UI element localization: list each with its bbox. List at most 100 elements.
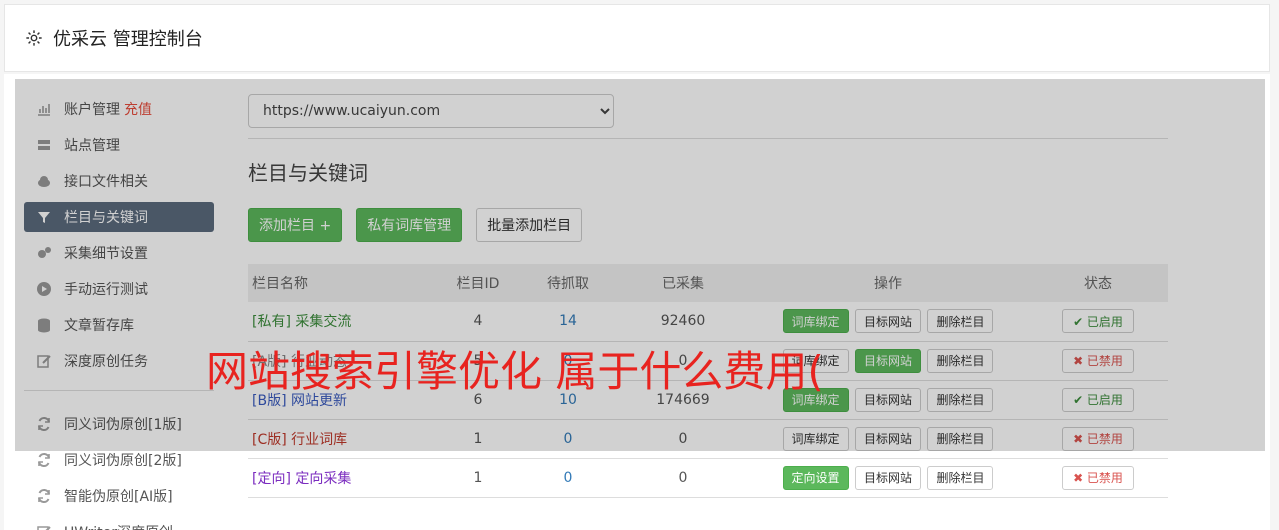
play-circle-icon bbox=[37, 282, 51, 296]
refresh-icon bbox=[38, 452, 50, 468]
bind-lexicon-button[interactable]: 词库绑定 bbox=[782, 426, 849, 451]
cloud-upload-icon bbox=[38, 176, 50, 187]
target-site-button[interactable]: 目标网站 bbox=[854, 387, 921, 412]
sidebar-item-label: 采集细节设置 bbox=[64, 246, 148, 262]
target-site-button[interactable]: 目标网站 bbox=[854, 348, 921, 373]
pending-cell[interactable]: 14 bbox=[518, 302, 618, 342]
status-badge[interactable]: ✖ 已禁用 bbox=[1062, 426, 1134, 451]
app-title: 优采云 管理控制台 bbox=[53, 29, 203, 50]
delete-column-button[interactable]: 删除栏目 bbox=[927, 426, 994, 451]
bind-lexicon-button[interactable]: 词库绑定 bbox=[782, 309, 849, 334]
edit-icon bbox=[37, 355, 51, 368]
column-name: 行业词库 bbox=[291, 431, 348, 448]
refresh-icon bbox=[38, 416, 50, 432]
status-cell: ✔ 已启用 bbox=[1028, 302, 1168, 342]
delete-column-button[interactable]: 删除栏目 bbox=[927, 348, 994, 373]
divider bbox=[248, 138, 1168, 139]
column-header: 状态 bbox=[1028, 264, 1168, 302]
sidebar-item-account[interactable]: 账户管理 充值 bbox=[24, 94, 214, 124]
delete-column-button[interactable]: 删除栏目 bbox=[927, 465, 994, 490]
target-site-button[interactable]: 目标网站 bbox=[854, 465, 921, 490]
sidebar-item-sites[interactable]: 站点管理 bbox=[24, 130, 214, 160]
target-site-button[interactable]: 目标网站 bbox=[854, 426, 921, 451]
table-row: [C版] 行业词库 1 0 0 词库绑定 目标网站 删除栏目 ✖ 已禁用 bbox=[248, 419, 1168, 459]
column-header: 栏目ID bbox=[438, 264, 518, 302]
sidebar-item-label: 智能伪原创[AI版] bbox=[64, 489, 173, 505]
status-cell: ✔ 已启用 bbox=[1028, 380, 1168, 420]
status-cell: ✖ 已禁用 bbox=[1028, 341, 1168, 381]
column-tag: [定向] bbox=[252, 470, 291, 487]
sidebar-item-interface[interactable]: 接口文件相关 bbox=[24, 166, 214, 196]
column-name: 采集交流 bbox=[295, 314, 352, 331]
toolbar: 添加栏目 + 私有词库管理 批量添加栏目 bbox=[248, 208, 1168, 242]
recharge-link[interactable]: 充值 bbox=[124, 99, 152, 119]
column-name-cell[interactable]: [C版] 行业词库 bbox=[248, 419, 438, 459]
column-id-cell: 4 bbox=[438, 302, 518, 342]
private-lexicon-button[interactable]: 私有词库管理 bbox=[356, 208, 463, 242]
delete-column-button[interactable]: 删除栏目 bbox=[927, 387, 994, 412]
sidebar-item-synonym-v2[interactable]: 同义词伪原创[2版] bbox=[24, 445, 214, 475]
page-title: 栏目与关键词 bbox=[248, 161, 368, 185]
sidebar-item-label: 同义词伪原创[2版] bbox=[64, 453, 182, 469]
target-site-button[interactable]: 目标网站 bbox=[854, 309, 921, 334]
status-badge[interactable]: ✖ 已禁用 bbox=[1062, 465, 1134, 490]
sidebar-item-label: 文章暂存库 bbox=[64, 318, 134, 334]
top-bar: 优采云 管理控制台 bbox=[4, 4, 1270, 72]
table-row: [定向] 定向采集 1 0 0 定向设置 目标网站 删除栏目 ✖ 已禁用 bbox=[248, 458, 1168, 498]
sidebar-item-collect-settings[interactable]: 采集细节设置 bbox=[24, 238, 214, 268]
delete-column-button[interactable]: 删除栏目 bbox=[927, 309, 994, 334]
gears-icon bbox=[38, 247, 51, 258]
column-tag: [C版] bbox=[252, 431, 287, 448]
sidebar-item-manual-run[interactable]: 手动运行测试 bbox=[24, 274, 214, 304]
sidebar-item-label: 深度原创任务 bbox=[64, 354, 148, 370]
filter-icon bbox=[38, 212, 50, 223]
sidebar-item-label: 栏目与关键词 bbox=[64, 210, 148, 226]
directed-settings-button[interactable]: 定向设置 bbox=[782, 465, 849, 490]
database-icon bbox=[38, 318, 50, 333]
collected-cell: 0 bbox=[618, 458, 748, 498]
table-header-row: 栏目名称 栏目ID 待抓取 已采集 操作 状态 bbox=[248, 264, 1168, 302]
watermark-text: 网站搜索引擎优化 属于什么费用( bbox=[206, 347, 824, 396]
actions-cell: 词库绑定 目标网站 删除栏目 bbox=[748, 302, 1028, 342]
sidebar-item-synonym-v1[interactable]: 同义词伪原创[1版] bbox=[24, 409, 214, 439]
batch-add-button[interactable]: 批量添加栏目 bbox=[476, 208, 583, 242]
sidebar-item-label: UWriter深度原创 bbox=[64, 522, 173, 530]
refresh-icon bbox=[38, 488, 50, 504]
actions-cell: 词库绑定 目标网站 删除栏目 bbox=[748, 419, 1028, 459]
column-header: 操作 bbox=[748, 264, 1028, 302]
column-name-cell[interactable]: [私有] 采集交流 bbox=[248, 302, 438, 342]
status-badge[interactable]: ✖ 已禁用 bbox=[1062, 348, 1134, 373]
column-id-cell: 1 bbox=[438, 419, 518, 459]
status-badge[interactable]: ✔ 已启用 bbox=[1062, 309, 1134, 334]
column-tag: [私有] bbox=[252, 314, 291, 331]
pending-cell[interactable]: 0 bbox=[518, 458, 618, 498]
bar-chart-icon bbox=[38, 104, 50, 116]
sidebar-item-ai-original[interactable]: 智能伪原创[AI版] bbox=[24, 481, 214, 511]
sidebar-item-label: 同义词伪原创[1版] bbox=[64, 417, 182, 433]
sidebar-item-label: 账户管理 bbox=[64, 102, 120, 118]
status-badge[interactable]: ✔ 已启用 bbox=[1062, 387, 1134, 412]
actions-cell: 定向设置 目标网站 删除栏目 bbox=[748, 458, 1028, 498]
sidebar-item-deep-original[interactable]: 深度原创任务 bbox=[24, 346, 214, 376]
server-icon bbox=[38, 140, 50, 150]
sidebar-divider bbox=[24, 390, 214, 391]
sidebar-item-article-store[interactable]: 文章暂存库 bbox=[24, 310, 214, 340]
column-name-cell[interactable]: [定向] 定向采集 bbox=[248, 458, 438, 498]
sidebar-item-label: 站点管理 bbox=[64, 138, 120, 154]
sidebar-item-columns[interactable]: 栏目与关键词 bbox=[24, 202, 214, 232]
pending-cell[interactable]: 0 bbox=[518, 419, 618, 459]
column-name: 定向采集 bbox=[295, 470, 352, 487]
table-row: [私有] 采集交流 4 14 92460 词库绑定 目标网站 删除栏目 ✔ 已启… bbox=[248, 302, 1168, 342]
column-id-cell: 1 bbox=[438, 458, 518, 498]
collected-cell: 0 bbox=[618, 419, 748, 459]
gear-icon bbox=[26, 30, 42, 46]
column-header: 已采集 bbox=[618, 264, 748, 302]
add-column-button[interactable]: 添加栏目 + bbox=[248, 208, 343, 242]
collected-cell: 92460 bbox=[618, 302, 748, 342]
column-header: 待抓取 bbox=[518, 264, 618, 302]
main-panel: 账户管理 充值 站点管理 接口文件相关 栏目与关键词 采集细节设置 手动运行测试… bbox=[4, 74, 1270, 530]
edit-icon bbox=[37, 526, 51, 530]
sidebar-item-label: 接口文件相关 bbox=[64, 174, 148, 190]
site-select[interactable]: https://www.ucaiyun.com bbox=[248, 94, 614, 128]
sidebar-item-uwriter[interactable]: UWriter深度原创 bbox=[24, 517, 214, 530]
